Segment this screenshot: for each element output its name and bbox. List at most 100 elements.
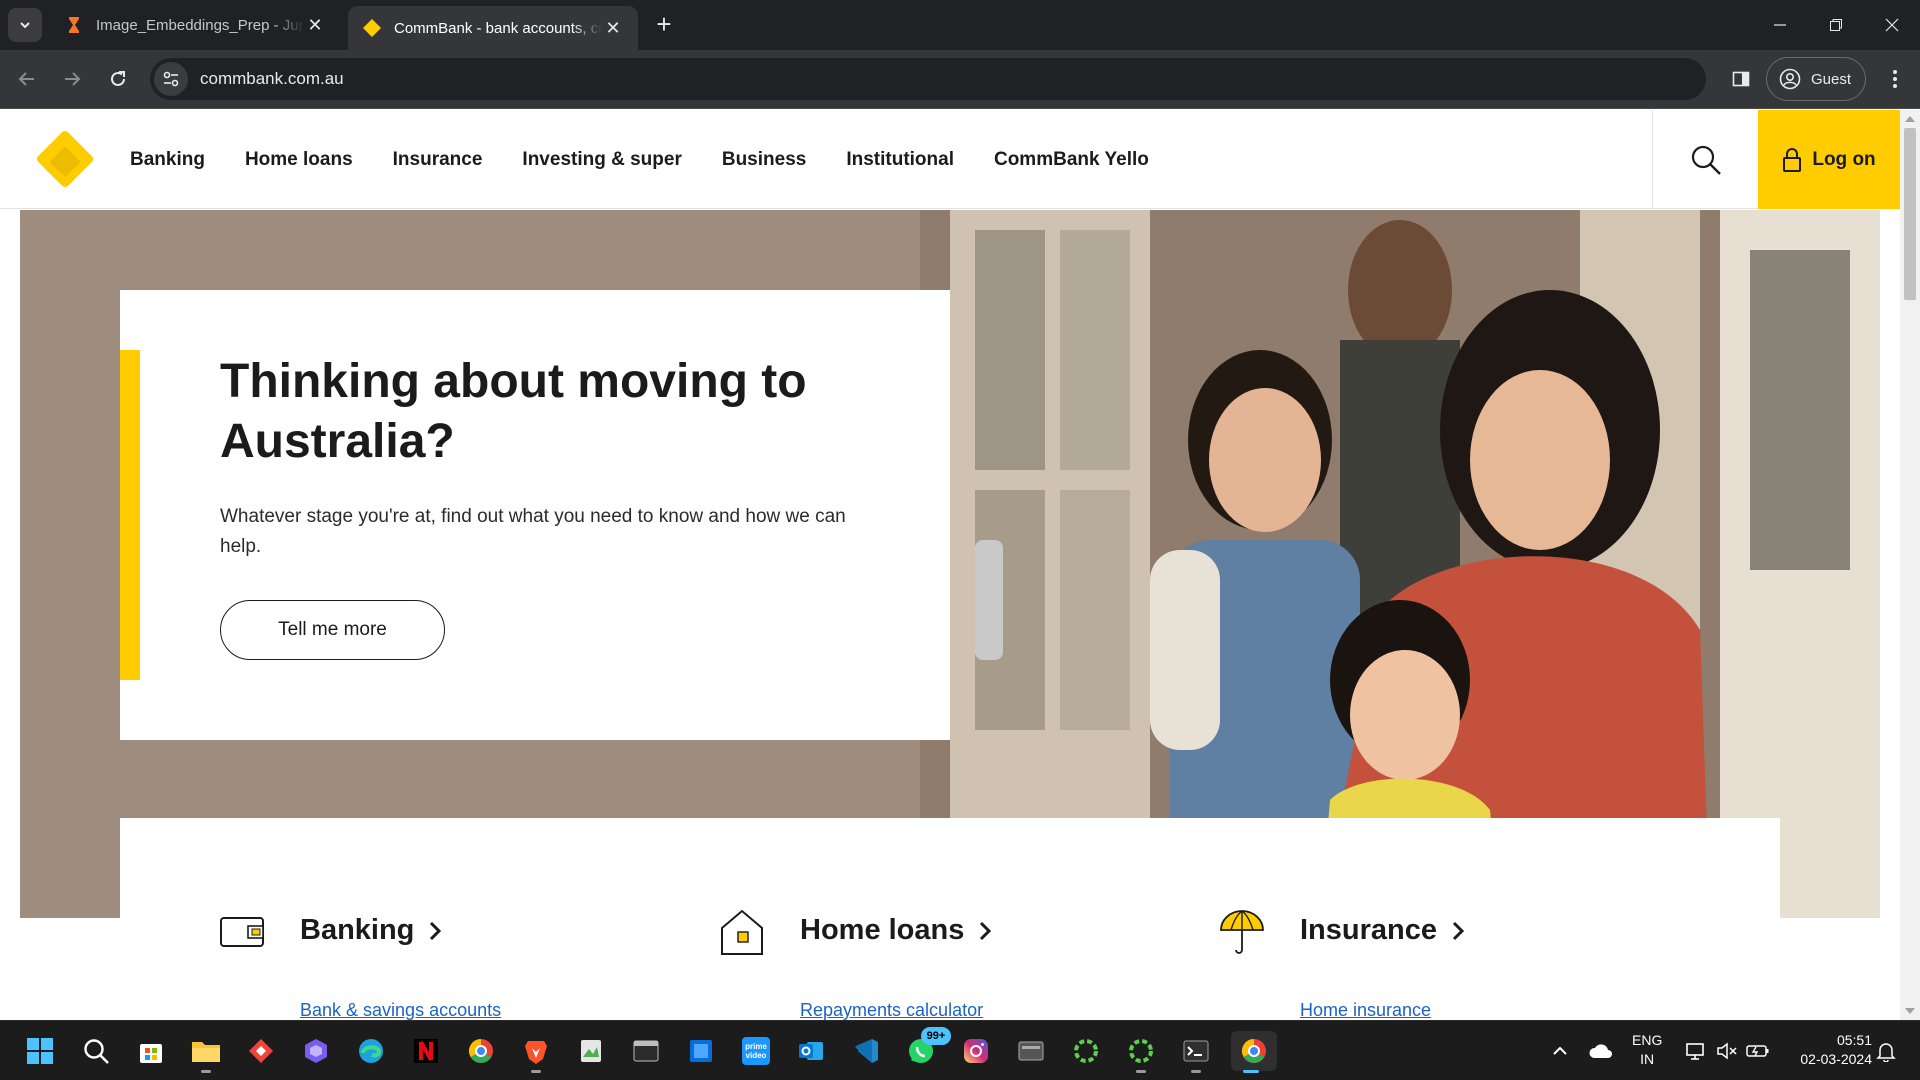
edge-icon[interactable] [351,1031,391,1071]
back-button[interactable] [12,64,42,94]
tell-me-more-button[interactable]: Tell me more [220,600,445,660]
insurance-link[interactable]: Insurance [1300,914,1465,947]
new-tab-button[interactable]: + [650,10,678,38]
address-bar[interactable]: commbank.com.au [150,58,1706,100]
notifications-button[interactable] [1876,1021,1896,1080]
terminal-window-icon[interactable] [626,1031,666,1071]
bell-icon [1876,1043,1896,1062]
show-hidden-icons-button[interactable] [1552,1021,1568,1080]
nav-institutional[interactable]: Institutional [846,149,954,171]
whatsapp-badge: 99+ [921,1027,951,1045]
nav-banking[interactable]: Banking [130,149,205,171]
nav-home-loans[interactable]: Home loans [245,149,353,171]
close-icon [1885,18,1899,32]
chevron-down-icon [20,22,30,29]
banking-title: Banking [300,914,415,946]
brave-icon[interactable] [516,1031,556,1073]
battery-icon[interactable] [1746,1021,1770,1080]
scroll-up-arrow-icon[interactable] [1905,116,1915,122]
nav-business[interactable]: Business [722,149,806,171]
anydesk-icon[interactable] [241,1031,281,1071]
outlook-icon[interactable] [791,1031,831,1071]
svg-text:prime: prime [745,1042,767,1051]
insurance-title: Insurance [1300,914,1437,946]
language-indicator[interactable]: ENG IN [1632,1031,1662,1069]
vscode-icon[interactable] [846,1031,886,1071]
scrollbar-thumb[interactable] [1904,128,1916,300]
copilot-icon[interactable] [296,1031,336,1071]
start-button[interactable] [20,1031,60,1071]
lock-icon [1783,147,1802,172]
netflix-icon[interactable] [406,1031,446,1071]
green-ring-app-icon[interactable] [1066,1031,1106,1071]
main-navigation: Banking Home loans Insurance Investing &… [130,110,1189,209]
log-on-button[interactable]: Log on [1758,110,1900,209]
nav-insurance[interactable]: Insurance [393,149,483,171]
hourglass-icon [69,17,79,33]
commbank-logo[interactable] [35,129,95,189]
bank-savings-accounts-link[interactable]: Bank & savings accounts [300,1000,501,1020]
page-scrollbar[interactable] [1900,110,1920,1020]
app-window-icon[interactable] [1011,1031,1051,1071]
onedrive-icon[interactable] [1589,1021,1613,1080]
file-explorer-icon[interactable] [186,1031,226,1073]
language-line-2: IN [1640,1051,1655,1067]
tab-title: CommBank - bank accounts, credit cards [394,19,602,37]
forward-arrow-icon [65,72,81,86]
chevron-right-icon [430,921,442,940]
wallet-icon [220,917,264,947]
tab-jupyter[interactable]: Image_Embeddings_Prep - Jupyter ✕ [50,6,340,44]
prime-video-icon[interactable]: prime video [736,1031,776,1071]
banking-link[interactable]: Banking [300,914,442,947]
language-line-1: ENG [1632,1032,1663,1048]
network-icon[interactable] [1686,1021,1708,1080]
profile-button[interactable]: Guest [1766,57,1866,101]
windows-logo-icon [27,1038,53,1064]
reload-button[interactable] [103,64,133,94]
nav-commbank-yello[interactable]: CommBank Yello [994,149,1149,171]
close-window-button[interactable] [1864,0,1920,50]
commbank-diamond-icon [363,19,381,37]
minimize-button[interactable] [1752,0,1808,50]
browser-menu-button[interactable] [1880,64,1910,94]
green-ring-app-2-icon[interactable] [1121,1031,1161,1073]
volume-muted-icon[interactable] [1716,1021,1738,1080]
whatsapp-icon[interactable]: 99+ [901,1027,951,1071]
restore-button[interactable] [1808,0,1864,50]
instagram-icon[interactable] [956,1031,996,1071]
chrome-active-icon[interactable] [1231,1031,1277,1073]
chrome-icon[interactable] [461,1031,501,1071]
hero-banner: Thinking about moving to Australia? What… [20,210,1880,918]
home-loans-link[interactable]: Home loans [800,914,992,947]
chevron-right-icon [980,921,992,940]
forward-button[interactable] [57,64,87,94]
site-search-button[interactable] [1652,110,1758,209]
minimize-icon [1774,24,1786,26]
scroll-down-arrow-icon[interactable] [1905,1008,1915,1014]
taskbar-search[interactable] [76,1031,116,1071]
taskbar-clock[interactable]: 05:51 02-03-2024 [1784,1031,1872,1069]
side-panel-button[interactable] [1726,64,1756,94]
url-text: commbank.com.au [200,69,344,88]
close-tab-icon[interactable]: ✕ [602,17,624,39]
repayments-calculator-link[interactable]: Repayments calculator [800,1000,983,1020]
hero-subtitle: Whatever stage you're at, find out what … [220,506,846,557]
browser-toolbar: commbank.com.au Guest [0,50,1920,109]
microsoft-store-icon[interactable] [131,1031,171,1071]
chevron-right-icon [1452,921,1465,940]
tab-search-button[interactable] [8,8,42,42]
nav-investing-super[interactable]: Investing & super [522,149,681,171]
svg-text:video: video [746,1051,767,1060]
close-tab-icon[interactable]: ✕ [304,14,326,36]
terminal-icon[interactable] [1176,1031,1216,1073]
notepad-paint-icon[interactable] [571,1031,611,1071]
clock-date: 02-03-2024 [1800,1051,1872,1067]
restore-icon [1830,19,1842,31]
site-info-button[interactable] [154,62,188,96]
umbrella-icon [1220,910,1264,954]
tab-title: Image_Embeddings_Prep - Jupyter [96,16,304,34]
tab-commbank[interactable]: CommBank - bank accounts, credit cards ✕ [348,6,638,50]
sticky-app-icon[interactable] [681,1031,721,1071]
home-insurance-link[interactable]: Home insurance [1300,1000,1431,1020]
clock-time: 05:51 [1836,1032,1872,1048]
